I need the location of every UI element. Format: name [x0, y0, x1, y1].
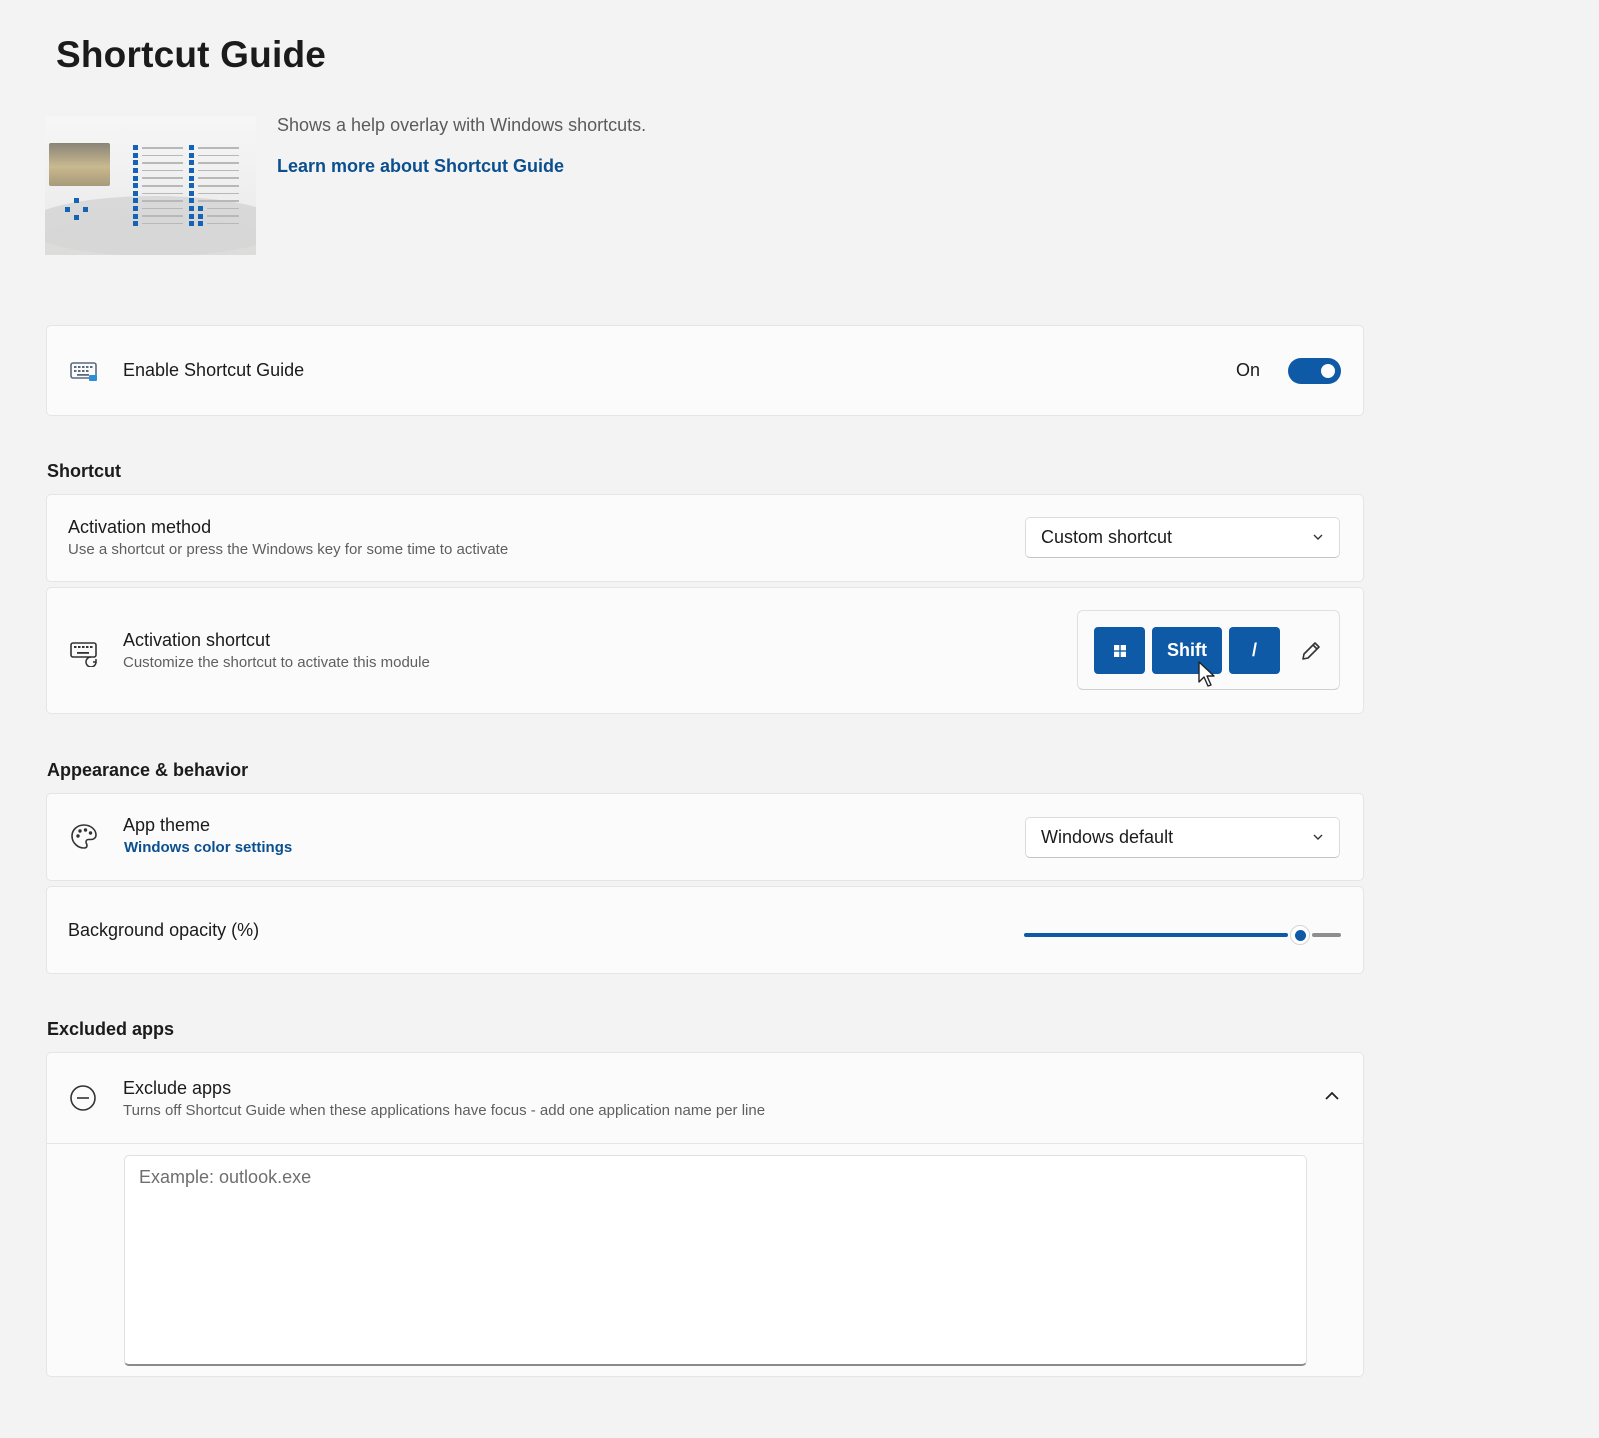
- section-excluded-apps: Excluded apps: [47, 1019, 175, 1039]
- keyboard-icon: [70, 642, 97, 667]
- activation-shortcut-title: Activation shortcut: [123, 630, 271, 650]
- windows-logo-icon: [1113, 644, 1126, 657]
- learn-more-link[interactable]: Learn more about Shortcut Guide: [277, 156, 564, 177]
- background-opacity-card: Background opacity (%): [46, 886, 1364, 974]
- app-theme-card: App theme Windows color settings Windows…: [46, 793, 1364, 881]
- expander-divider: [47, 1143, 1363, 1144]
- chevron-up-icon[interactable]: [1323, 1087, 1341, 1105]
- background-opacity-title: Background opacity (%): [68, 920, 260, 940]
- enable-card: Enable Shortcut Guide On: [46, 325, 1364, 416]
- key-windows: [1094, 627, 1145, 674]
- mouse-cursor-icon: [1198, 661, 1215, 687]
- palette-icon: [71, 824, 97, 849]
- keyboard-overlay-icon: [70, 362, 97, 381]
- page-title: Shortcut Guide: [56, 34, 327, 75]
- app-theme-dropdown[interactable]: Windows default: [1025, 817, 1340, 858]
- section-appearance: Appearance & behavior: [47, 760, 249, 780]
- minus-circle-icon: [70, 1085, 96, 1111]
- hero-illustration: [45, 116, 256, 255]
- slider-track-rest: [1312, 933, 1341, 937]
- slider-thumb[interactable]: [1290, 925, 1310, 945]
- app-theme-title: App theme: [123, 815, 211, 835]
- section-shortcut: Shortcut: [47, 461, 121, 481]
- activation-method-card: Activation method Use a shortcut or pres…: [46, 494, 1364, 582]
- activation-method-title: Activation method: [68, 517, 212, 537]
- key-slash: /: [1229, 627, 1280, 674]
- toggle-state-label: On: [1235, 360, 1260, 380]
- chevron-down-icon: [1313, 534, 1323, 540]
- exclude-apps-title: Exclude apps: [123, 1078, 232, 1098]
- activation-shortcut-card: Activation shortcut Customize the shortc…: [46, 587, 1364, 714]
- opacity-slider[interactable]: [1024, 925, 1341, 945]
- activation-method-dropdown[interactable]: Custom shortcut: [1025, 517, 1340, 558]
- excluded-apps-textarea[interactable]: [124, 1155, 1307, 1366]
- pencil-icon[interactable]: [1297, 637, 1325, 665]
- app-theme-selected: Windows default: [1041, 827, 1174, 847]
- activation-method-selected: Custom shortcut: [1041, 527, 1173, 547]
- enable-title: Enable Shortcut Guide: [123, 360, 305, 380]
- exclude-apps-subtitle: Turns off Shortcut Guide when these appl…: [123, 1102, 766, 1119]
- enable-toggle[interactable]: [1288, 358, 1341, 384]
- windows-color-settings-link[interactable]: Windows color settings: [124, 839, 292, 856]
- activation-method-subtitle: Use a shortcut or press the Windows key …: [68, 541, 509, 558]
- activation-shortcut-subtitle: Customize the shortcut to activate this …: [123, 654, 430, 671]
- slider-track-filled: [1024, 933, 1288, 937]
- module-description: Shows a help overlay with Windows shortc…: [277, 115, 647, 135]
- chevron-down-icon: [1313, 834, 1323, 840]
